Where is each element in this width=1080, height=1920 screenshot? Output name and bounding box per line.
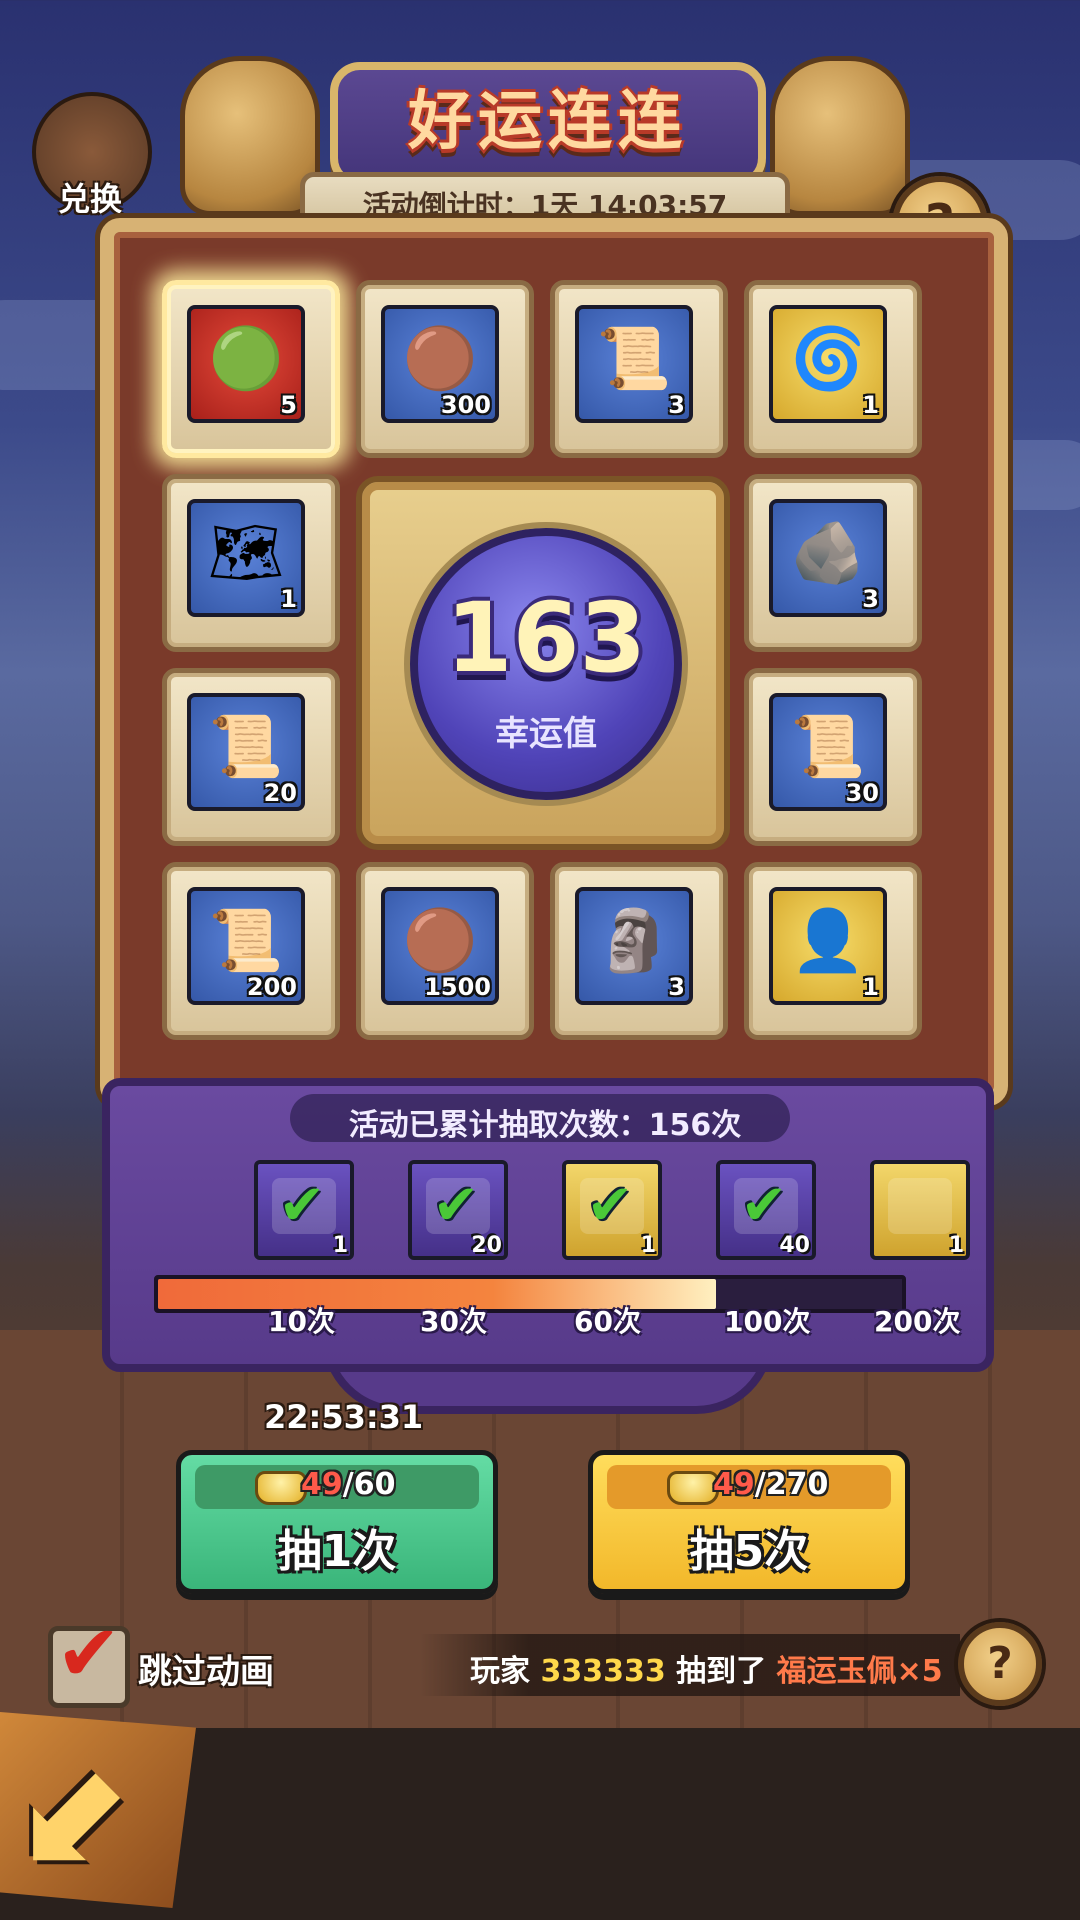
prize-cell[interactable]: 👤 1 — [744, 862, 922, 1040]
milestone-reward[interactable]: 1 — [870, 1160, 970, 1260]
checkmark-icon: ✔ — [56, 1609, 122, 1699]
prize-tile: 🟢 5 — [187, 305, 305, 423]
mystery-scroll-icon: 📜 — [208, 712, 284, 782]
stone-blocks-icon: 🪨 — [790, 518, 866, 588]
draw-five-label: 抽5次 — [689, 1526, 809, 1577]
prize-quantity: 5 — [280, 391, 297, 419]
milestone-label: 30次 — [420, 1305, 487, 1338]
prize-cell[interactable]: 🌀 1 — [744, 280, 922, 458]
claimed-check-icon: ✔ — [432, 1173, 480, 1238]
milestone-reward[interactable]: ✔ 1 — [254, 1160, 354, 1260]
prize-quantity: 1 — [862, 391, 879, 419]
reward-quantity: 40 — [779, 1233, 810, 1258]
silver-scroll-icon: 📜 — [208, 906, 284, 976]
prize-quantity: 20 — [263, 779, 297, 807]
jade-pendant-icon: 🟢 — [208, 324, 284, 394]
prize-cell[interactable]: 📜 20 — [162, 668, 340, 846]
prize-tile: 📜 200 — [187, 887, 305, 1005]
page-title: 好运连连 — [408, 85, 688, 159]
luck-label: 幸运值 — [495, 714, 597, 754]
prize-cell[interactable]: 🗺 1 — [162, 474, 340, 652]
prize-tile: 🪨 3 — [769, 499, 887, 617]
prize-quantity: 30 — [845, 779, 879, 807]
prize-quantity: 3 — [668, 391, 685, 419]
prize-tile: 📜 3 — [575, 305, 693, 423]
prize-quantity: 3 — [668, 973, 685, 1001]
back-arrow-icon: ⬋ — [20, 1728, 138, 1891]
claimed-check-icon: ✔ — [586, 1173, 634, 1238]
prize-tile: 🗿 3 — [575, 887, 693, 1005]
prize-cell[interactable]: 🟤 1500 — [356, 862, 534, 1040]
prize-tile: 🌀 1 — [769, 305, 887, 423]
reward-quantity: 1 — [332, 1233, 348, 1258]
prize-cell[interactable]: 📜 200 — [162, 862, 340, 1040]
draw-five-cost: 49/270 — [713, 1467, 829, 1502]
gold-ingot-icon — [667, 1471, 719, 1505]
prize-tile: 👤 1 — [769, 887, 887, 1005]
mystery-scroll-icon: 📜 — [596, 324, 672, 394]
prize-quantity: 1 — [280, 585, 297, 613]
broadcast-text: 玩家 333333 抽到了 福运玉佩×5 — [470, 1654, 943, 1689]
reward-quantity: 20 — [471, 1233, 502, 1258]
draw-five-button[interactable]: 49/270 抽5次 — [588, 1450, 910, 1594]
prize-cell[interactable]: 🟢 5 — [162, 280, 340, 458]
left-dragon-ornament — [180, 56, 320, 216]
prize-tile: 🗺 1 — [187, 499, 305, 617]
draw-once-label: 抽1次 — [277, 1526, 397, 1577]
gold-ingot-icon — [255, 1471, 307, 1505]
prize-cell[interactable]: 🟤 300 — [356, 280, 534, 458]
prize-quantity: 1 — [862, 973, 879, 1001]
prize-cell[interactable]: 📜 3 — [550, 280, 728, 458]
purple-chest-icon: 🌀 — [790, 324, 866, 394]
prize-cell[interactable]: 🗿 3 — [550, 862, 728, 1040]
hero-chest-icon: 👤 — [790, 906, 866, 976]
prize-tile: 📜 20 — [187, 693, 305, 811]
dragon-hero-icon — [888, 1178, 952, 1234]
milestone-label: 100次 — [724, 1305, 811, 1338]
copper-coin-icon: 🟤 — [402, 324, 478, 394]
prize-quantity: 200 — [246, 973, 297, 1001]
prize-tile: 🟤 1500 — [381, 887, 499, 1005]
prize-quantity: 300 — [440, 391, 491, 419]
silver-scroll-icon: 📜 — [790, 712, 866, 782]
broadcast-help-button[interactable]: ? — [958, 1622, 1042, 1706]
milestone-reward[interactable]: ✔ 20 — [408, 1160, 508, 1260]
prize-tile: 🟤 300 — [381, 305, 499, 423]
claimed-check-icon: ✔ — [278, 1173, 326, 1238]
total-draws-text: 活动已累计抽取次数：156次 — [348, 1108, 742, 1143]
stone-beast-icon: 🗿 — [596, 906, 672, 976]
draw-once-cost: 49/60 — [301, 1467, 396, 1502]
prize-cell[interactable]: 📜 30 — [744, 668, 922, 846]
prize-tile: 📜 30 — [769, 693, 887, 811]
reward-quantity: 1 — [640, 1233, 656, 1258]
reward-quantity: 1 — [948, 1233, 964, 1258]
milestone-reward[interactable]: ✔ 40 — [716, 1160, 816, 1260]
prize-quantity: 3 — [862, 585, 879, 613]
milestone-label: 200次 — [874, 1305, 961, 1338]
claimed-check-icon: ✔ — [740, 1173, 788, 1238]
milestone-label: 10次 — [268, 1305, 335, 1338]
draw-once-button[interactable]: 49/60 抽1次 — [176, 1450, 498, 1594]
copper-coin-icon: 🟤 — [402, 906, 478, 976]
prize-quantity: 1500 — [424, 973, 491, 1001]
prize-cell[interactable]: 🪨 3 — [744, 474, 922, 652]
skip-animation-label[interactable]: 跳过动画 — [138, 1644, 274, 1693]
right-dragon-ornament — [770, 56, 910, 216]
luck-value: 163 — [445, 582, 647, 694]
gate-map-icon: 🗺 — [207, 518, 285, 588]
milestone-reward[interactable]: ✔ 1 — [562, 1160, 662, 1260]
milestone-label: 60次 — [574, 1305, 641, 1338]
free-draw-timer: 22:53:31 — [264, 1398, 424, 1436]
exchange-label[interactable]: 兑换 — [40, 174, 140, 220]
